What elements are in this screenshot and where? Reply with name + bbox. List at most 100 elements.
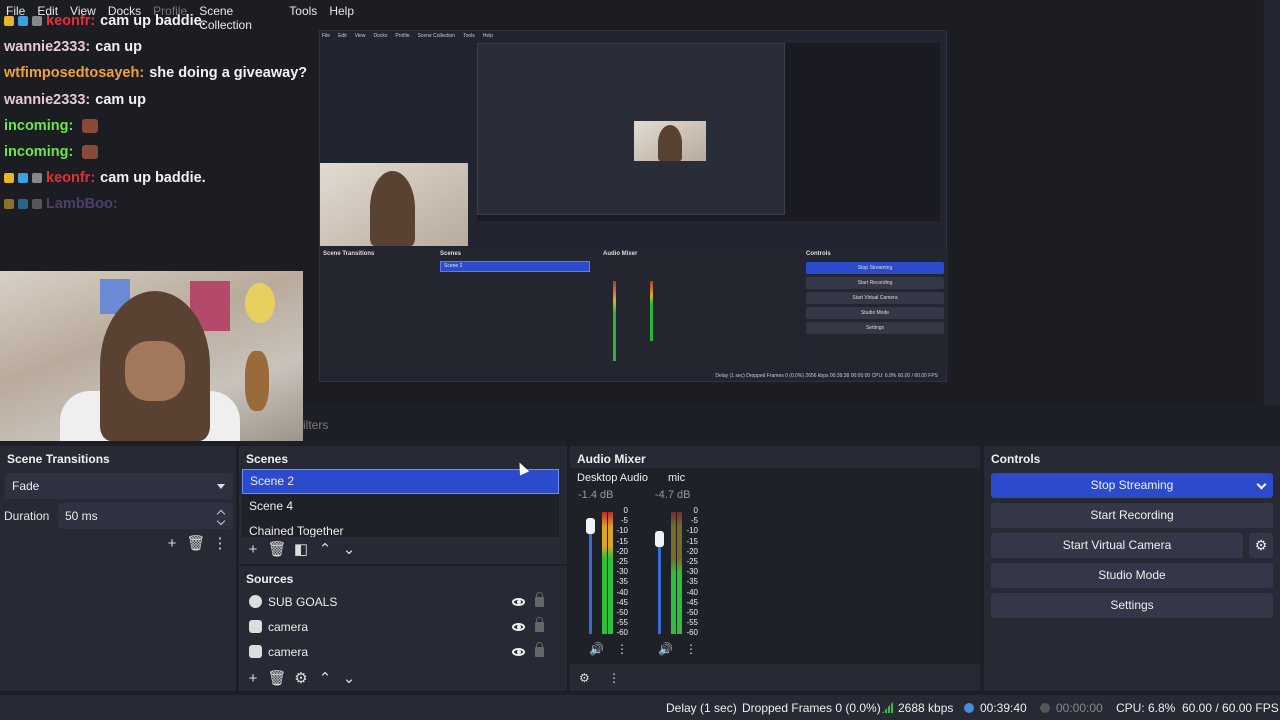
more-options-icon[interactable]: ⋮ <box>616 642 628 656</box>
speaker-icon[interactable]: 🔊 <box>589 642 604 656</box>
menu-docks[interactable]: Docks <box>102 0 147 22</box>
db-scale-tick: -60 <box>616 628 628 638</box>
chevron-down-icon[interactable]: ⌄ <box>337 668 361 688</box>
virtual-camera-settings-button[interactable]: ⚙ <box>1249 533 1273 558</box>
emote-icon <box>82 118 99 133</box>
volume-slider-track[interactable] <box>589 518 592 634</box>
add-transition-button[interactable]: + <box>160 533 184 553</box>
source-label: camera <box>268 619 309 634</box>
db-scale-tick: -60 <box>686 628 698 638</box>
duration-stepper[interactable]: 50 ms <box>58 503 233 529</box>
source-row[interactable]: camera <box>239 614 559 639</box>
chat-message: wannie2333: cam up <box>4 87 384 113</box>
db-scale-tick: -45 <box>686 597 698 607</box>
more-options-icon[interactable]: ⋮ <box>608 671 620 685</box>
controls-title: Controls <box>991 452 1041 466</box>
volume-slider-handle[interactable] <box>655 531 664 547</box>
status-bitrate: 2688 kbps <box>882 701 953 715</box>
chevron-up-icon[interactable]: ⌃ <box>313 668 337 688</box>
chat-overlay: keonfr: cam up baddie. wannie2333: can up wt… <box>4 8 384 218</box>
filter-icon[interactable]: ◧ <box>289 539 313 559</box>
nested-scene-transitions: Scene Transitions <box>320 249 435 371</box>
menu-help[interactable]: Help <box>323 0 360 22</box>
trash-icon[interactable]: 🗑 <box>265 668 289 688</box>
chat-badge-icon <box>4 199 14 210</box>
chat-message: wannie2333: can up <box>4 34 384 60</box>
nested-settings: Settings <box>806 322 944 334</box>
start-recording-button[interactable]: Start Recording <box>991 503 1273 528</box>
add-source-button[interactable]: + <box>241 668 265 688</box>
scene-transitions-title: Scene Transitions <box>7 452 110 466</box>
db-scale-tick: -25 <box>616 557 628 567</box>
eye-icon[interactable] <box>512 597 525 606</box>
nested-start-recording: Start Recording <box>806 277 944 289</box>
trash-icon[interactable]: 🗑 <box>265 539 289 559</box>
more-options-icon[interactable]: ⋮ <box>208 533 232 553</box>
lock-icon[interactable] <box>535 591 544 607</box>
add-scene-button[interactable]: + <box>241 539 265 559</box>
level-meter <box>671 512 676 634</box>
chat-badge-icon <box>32 173 42 184</box>
start-virtual-camera-button[interactable]: Start Virtual Camera <box>991 533 1243 558</box>
nested-studio-mode: Studio Mode <box>806 307 944 319</box>
gear-icon[interactable]: ⚙ <box>289 668 313 688</box>
eye-icon[interactable] <box>512 622 525 631</box>
nested-selected-scene: Scene 2 <box>440 261 590 272</box>
speaker-icon[interactable]: 🔊 <box>658 642 673 656</box>
mixer-settings-icon[interactable]: ⚙ <box>579 671 590 685</box>
studio-mode-button[interactable]: Studio Mode <box>991 563 1273 588</box>
chat-message: incoming: <box>4 113 384 139</box>
more-options-icon[interactable]: ⋮ <box>685 642 697 656</box>
menu-file[interactable]: File <box>0 0 31 22</box>
settings-button[interactable]: Settings <box>991 593 1273 618</box>
source-row[interactable]: SUB GOALS <box>239 589 559 614</box>
status-record-time: 00:00:00 <box>1040 701 1103 715</box>
chat-username: incoming: <box>4 117 74 134</box>
db-scale-tick: -15 <box>616 536 628 546</box>
db-scale-tick: -30 <box>686 567 698 577</box>
record-time-value: 00:00:00 <box>1056 701 1103 715</box>
transition-select[interactable]: Fade <box>5 473 233 499</box>
chevron-down-icon <box>217 484 225 489</box>
db-scale-tick: -50 <box>616 608 628 618</box>
scene-item-scene-2[interactable]: Scene 2 <box>242 469 559 494</box>
chat-text: can up <box>95 39 142 56</box>
stepper-down-icon[interactable] <box>216 516 226 526</box>
volume-slider-track[interactable] <box>658 534 661 634</box>
chat-badge-icon <box>32 199 42 210</box>
menu-scene-collection[interactable]: Scene Collection <box>193 0 283 32</box>
db-scale-tick: -35 <box>686 577 698 587</box>
eye-icon[interactable] <box>512 647 525 656</box>
camera-icon <box>249 645 262 658</box>
preview-scrollbar[interactable] <box>1264 0 1280 405</box>
channel-name: Desktop Audio <box>577 472 648 484</box>
trash-icon[interactable]: 🗑 <box>184 533 208 553</box>
sources-toolbar: + 🗑 ⚙ ⌃ ⌄ <box>241 668 361 688</box>
stream-time-value: 00:39:40 <box>980 701 1027 715</box>
lock-icon[interactable] <box>535 616 544 632</box>
menu-profile[interactable]: Profile <box>147 0 193 22</box>
chat-message: incoming: <box>4 139 384 165</box>
nested-meter <box>650 281 653 341</box>
db-scale-tick: 0 <box>693 506 698 515</box>
menu-view[interactable]: View <box>64 0 102 22</box>
nested-audio-mixer: Audio Mixer <box>600 249 800 371</box>
filters-ghost-label: ilters <box>303 418 329 432</box>
scene-item-scene-4[interactable]: Scene 4 <box>242 494 559 519</box>
chat-username: incoming: <box>4 144 74 161</box>
stop-streaming-button[interactable]: Stop Streaming <box>991 473 1273 498</box>
chat-username: wannie2333: <box>4 39 91 56</box>
audio-mixer-title: Audio Mixer <box>577 452 646 466</box>
chat-text: cam up <box>95 91 147 108</box>
menu-tools[interactable]: Tools <box>283 0 323 22</box>
lock-icon[interactable] <box>535 641 544 657</box>
db-scale-tick: -30 <box>616 567 628 577</box>
nested-menu-item: Scene Collection <box>417 33 456 39</box>
chevron-down-icon[interactable]: ⌄ <box>337 539 361 559</box>
chevron-up-icon[interactable]: ⌃ <box>313 539 337 559</box>
chevron-down-icon[interactable] <box>1256 479 1267 490</box>
scene-item-chained-together[interactable]: Chained Together <box>242 519 559 537</box>
source-row[interactable]: camera <box>239 639 559 664</box>
menu-edit[interactable]: Edit <box>31 0 64 22</box>
volume-slider-handle[interactable] <box>586 518 595 534</box>
